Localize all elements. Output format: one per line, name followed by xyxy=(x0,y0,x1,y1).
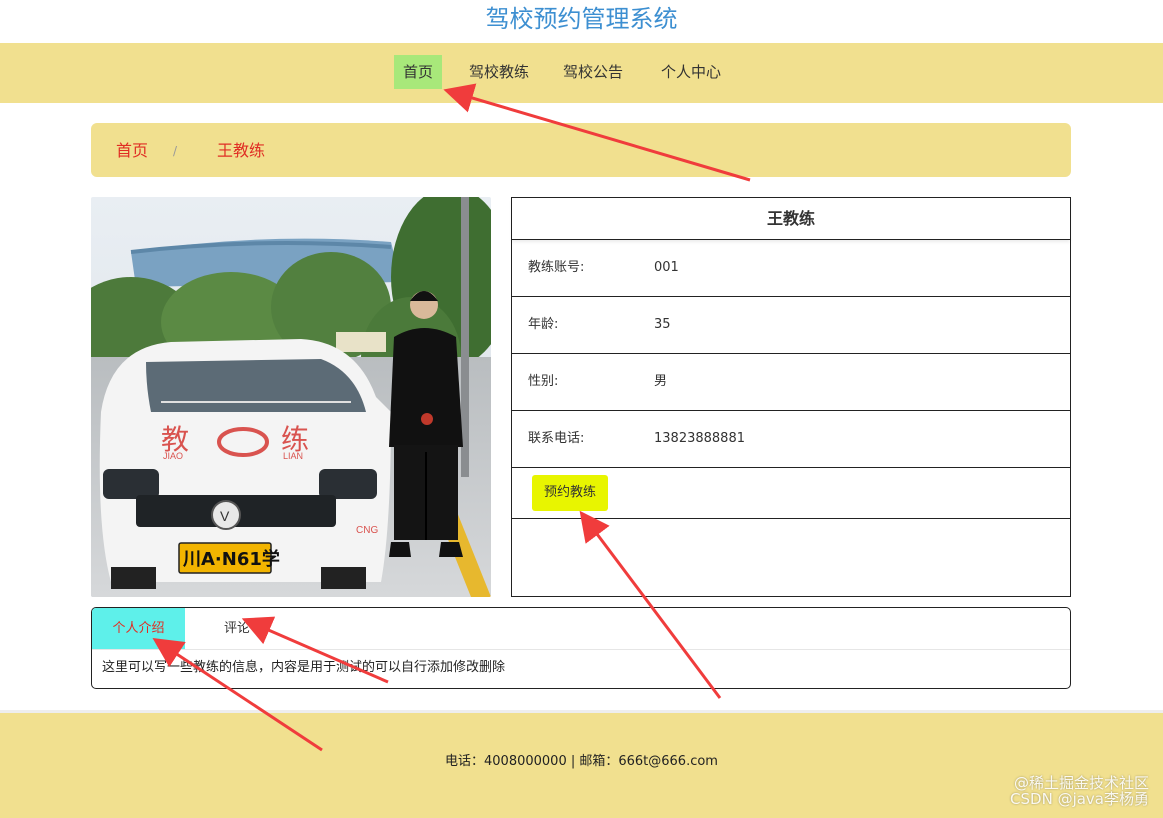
info-value-age: 35 xyxy=(654,317,671,332)
footer-contact-text: 电话：4008000000 | 邮箱：666t@666.com xyxy=(445,754,718,769)
info-label-gender: 性别: xyxy=(528,374,559,389)
tab-content-text: 这里可以写一些教练的信息，内容是用于测试的可以自行添加修改删除 xyxy=(102,660,506,675)
site-title: 驾校预约管理系统 xyxy=(485,5,678,33)
breadcrumb-separator: / xyxy=(173,144,178,158)
tab-introduction[interactable]: 个人介绍 xyxy=(92,608,185,649)
info-label-phone: 联系电话: xyxy=(528,431,585,446)
nav-item-announcements[interactable]: 驾校公告 xyxy=(554,55,632,89)
car-pinyin-jiao: JIAO xyxy=(163,451,183,461)
coach-detail-tabs: 个人介绍 评论 这里可以写一些教练的信息，内容是用于测试的可以自行添加修改删除 xyxy=(91,607,1071,689)
info-value-gender: 男 xyxy=(654,374,668,389)
info-row-empty xyxy=(512,518,1070,597)
book-coach-button[interactable]: 预约教练 xyxy=(532,475,608,511)
info-row-account: 教练账号: 001 xyxy=(512,239,1070,296)
breadcrumb-current[interactable]: 王教练 xyxy=(217,123,265,179)
nav-item-profile[interactable]: 个人中心 xyxy=(652,55,730,89)
info-row-actions: 预约教练 xyxy=(512,467,1070,518)
info-row-age: 年龄: 35 xyxy=(512,296,1070,353)
breadcrumb: 首页 / 王教练 xyxy=(91,123,1071,177)
license-plate: 川A·N61学 xyxy=(182,548,280,570)
coach-name-heading: 王教练 xyxy=(512,198,1070,240)
info-label-age: 年龄: xyxy=(528,317,559,332)
breadcrumb-home-link[interactable]: 首页 xyxy=(116,123,148,179)
info-value-account: 001 xyxy=(654,260,679,275)
car-cng-label: CNG xyxy=(356,525,378,536)
info-row-phone: 联系电话: 13823888881 xyxy=(512,410,1070,467)
svg-text:V: V xyxy=(220,508,230,524)
watermark-line-2: CSDN @java李杨勇 xyxy=(1010,790,1149,808)
coach-photo: V 教 练 JIAO LIAN CNG 川A·N61学 xyxy=(91,197,491,597)
nav-item-coaches[interactable]: 驾校教练 xyxy=(460,55,538,89)
main-navbar: 首页 驾校教练 驾校公告 个人中心 xyxy=(0,43,1163,103)
site-footer: 电话：4008000000 | 邮箱：666t@666.com xyxy=(0,710,1163,818)
tab-header: 个人介绍 评论 xyxy=(92,608,1070,650)
info-row-gender: 性别: 男 xyxy=(512,353,1070,410)
coach-info-table: 王教练 教练账号: 001 年龄: 35 性别: 男 联系电话: 1382388… xyxy=(511,197,1071,597)
nav-item-home[interactable]: 首页 xyxy=(394,55,443,89)
car-pinyin-lian: LIAN xyxy=(283,451,303,461)
info-label-account: 教练账号: xyxy=(528,260,585,275)
info-value-phone: 13823888881 xyxy=(654,431,745,446)
tab-comments[interactable]: 评论 xyxy=(209,608,265,649)
